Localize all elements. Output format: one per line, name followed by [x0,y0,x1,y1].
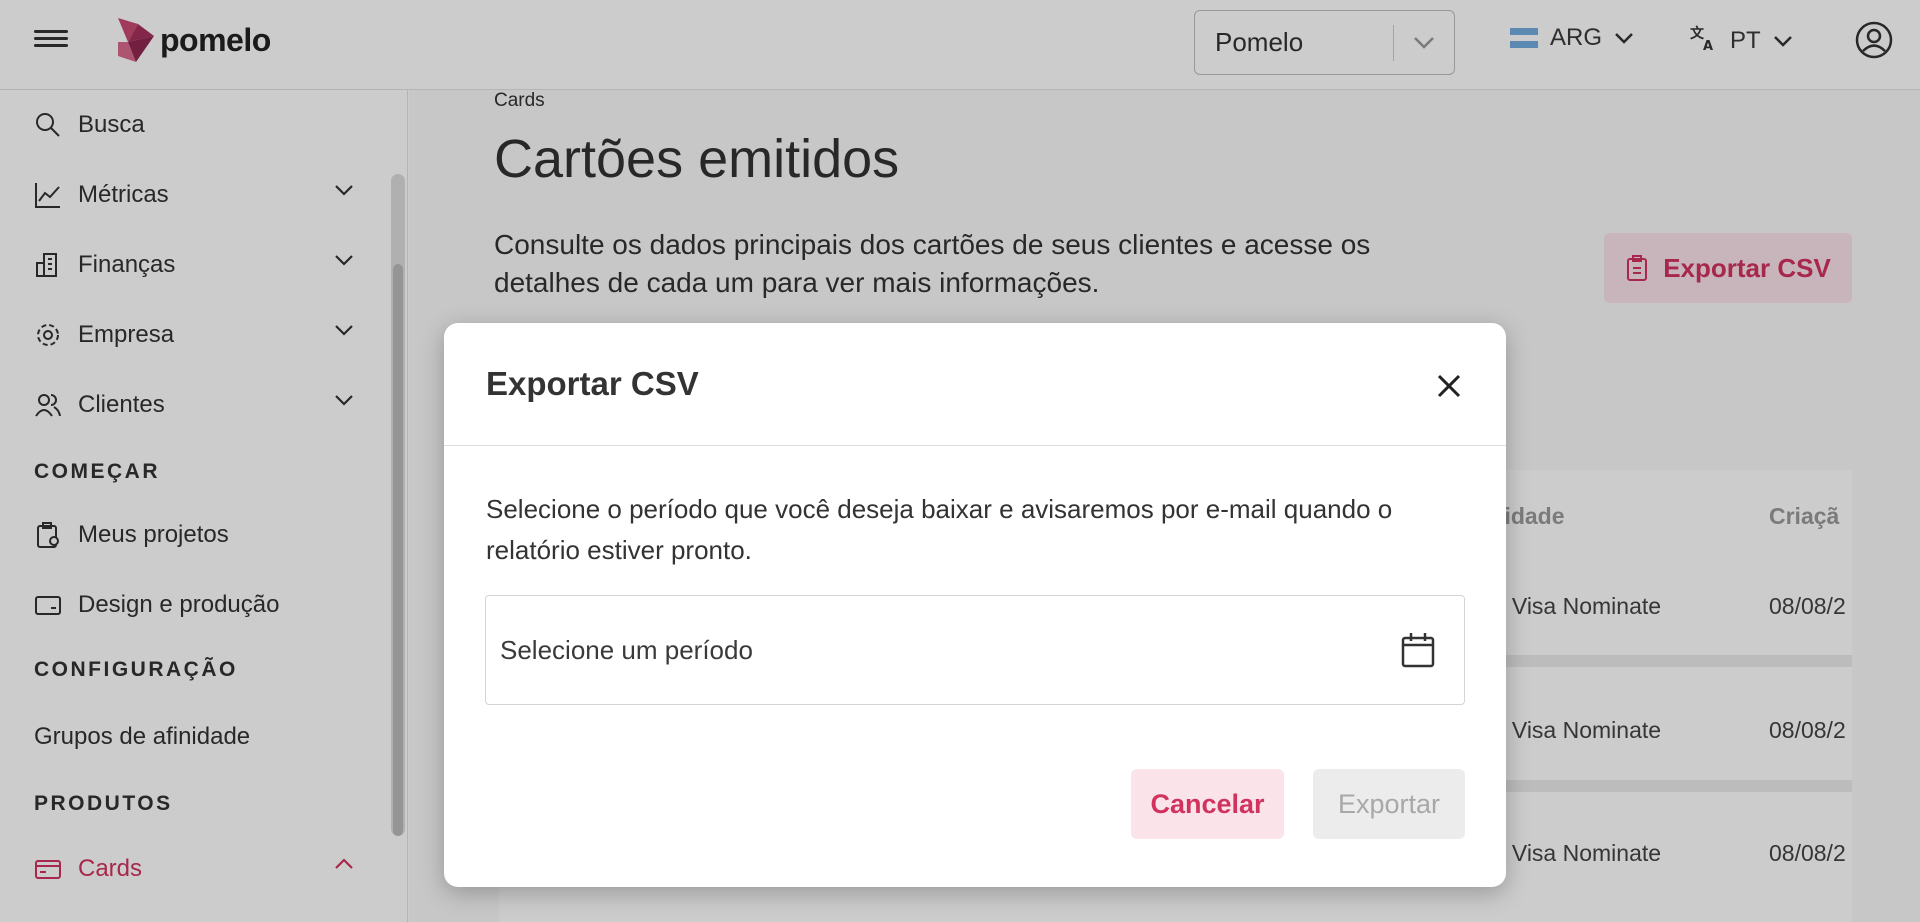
export-csv-dialog: Exportar CSV Selecione o período que voc… [444,323,1506,887]
calendar-icon[interactable] [1398,630,1438,670]
export-button[interactable]: Exportar [1313,769,1465,839]
dialog-title: Exportar CSV [486,365,699,402]
close-icon[interactable] [1434,371,1464,401]
dialog-divider [444,445,1506,446]
date-range-placeholder: Selecione um período [500,634,753,665]
date-range-input[interactable]: Selecione um período [485,595,1465,705]
cancel-button[interactable]: Cancelar [1131,769,1284,839]
dialog-description: Selecione o período que você deseja baix… [486,494,1393,565]
